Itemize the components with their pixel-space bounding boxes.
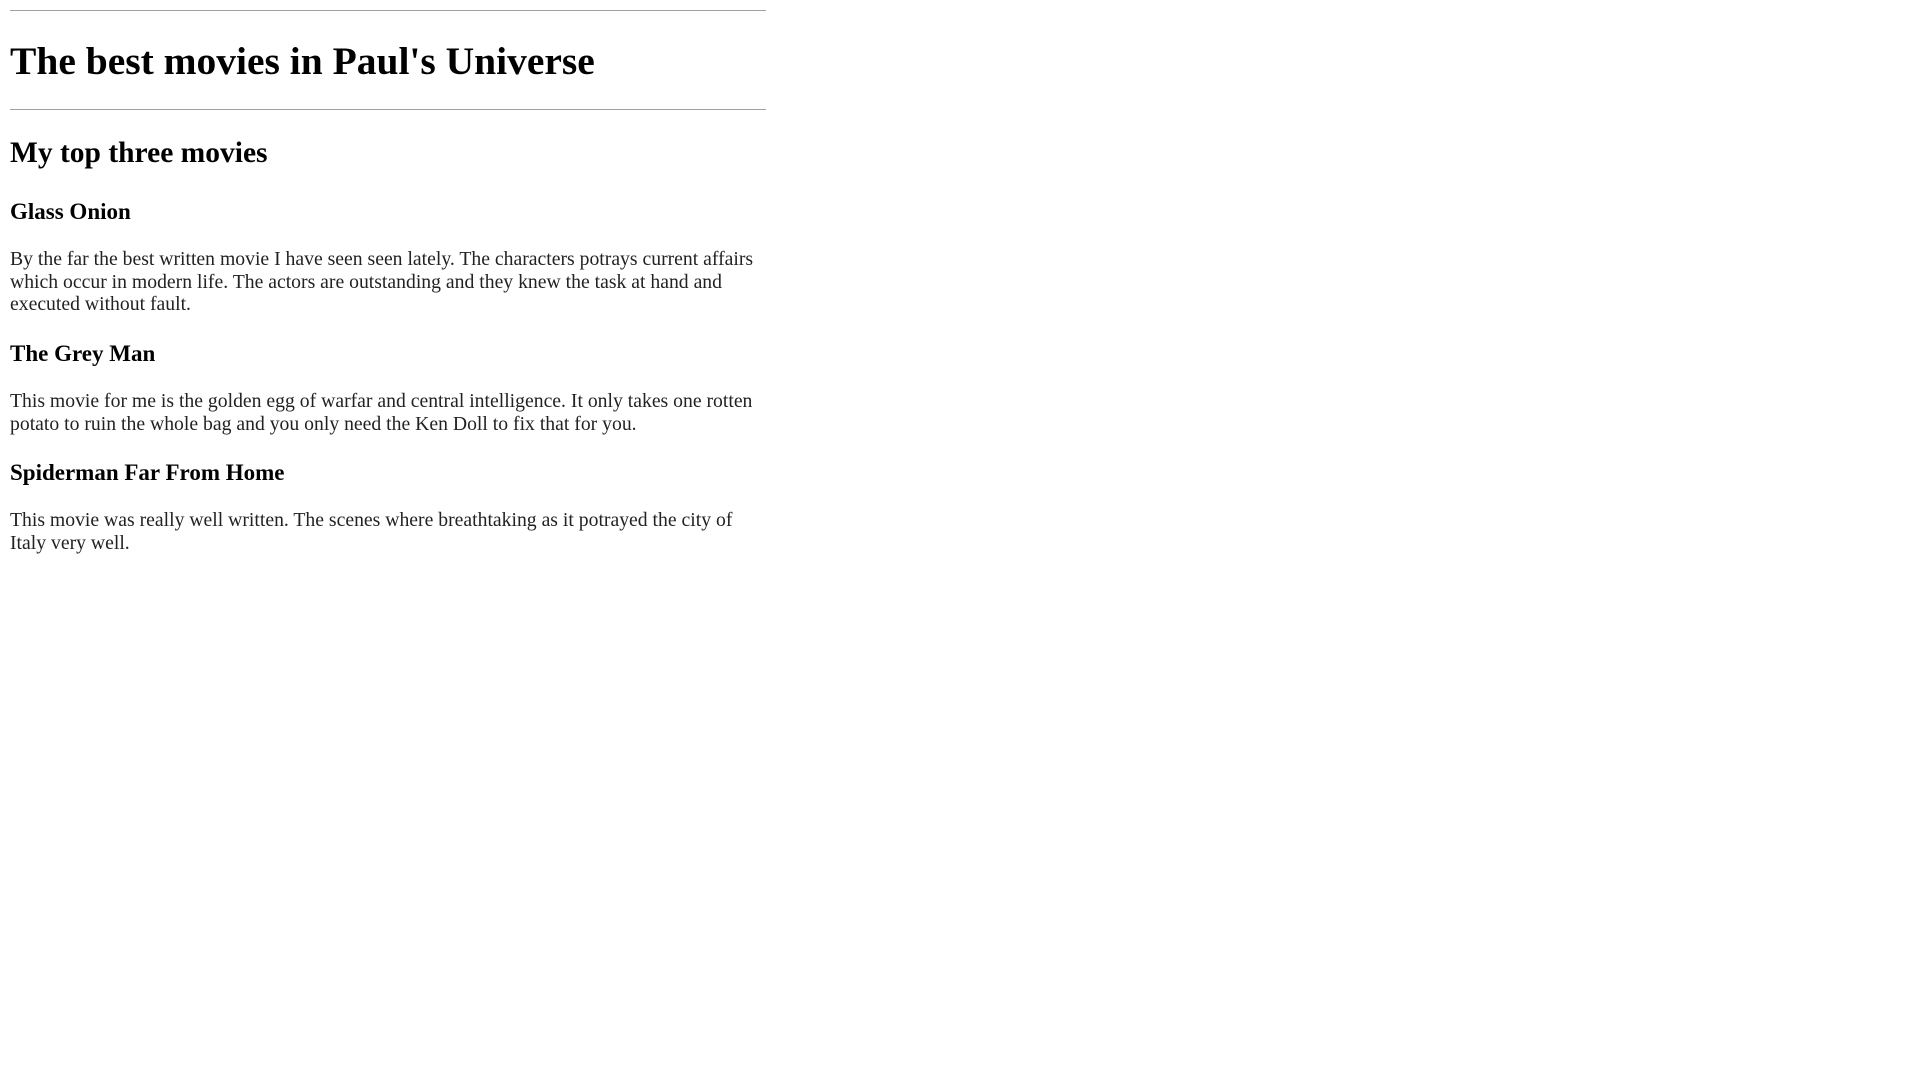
movie-entry: Glass Onion By the far the best written … <box>10 199 766 316</box>
section-heading: My top three movies <box>10 137 268 170</box>
movie-entry: Spiderman Far From Home This movie was r… <box>10 460 766 554</box>
page-content: The best movies in Paul's Universe My to… <box>10 0 766 580</box>
top-divider <box>10 10 766 11</box>
movie-review: This movie was really well written. The … <box>10 508 733 554</box>
page-title: The best movies in Paul's Universe <box>10 39 595 83</box>
title-divider <box>10 109 766 111</box>
movie-title: Glass Onion <box>10 199 131 225</box>
movie-entry: The Grey Man This movie for me is the go… <box>10 341 766 435</box>
movie-review: By the far the best written movie I have… <box>10 247 754 316</box>
movie-title: The Grey Man <box>10 341 156 367</box>
movie-title: Spiderman Far From Home <box>10 460 285 486</box>
movie-review: This movie for me is the golden egg of w… <box>10 389 753 435</box>
